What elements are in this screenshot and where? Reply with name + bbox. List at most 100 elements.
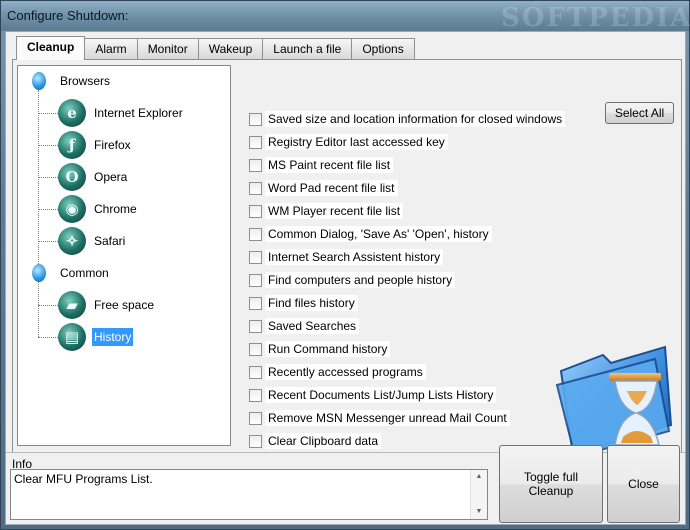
cleanup-panel: Browsers e Internet Explorer ƒ Firefox O… (12, 59, 682, 459)
tab-launch-a-file[interactable]: Launch a file (262, 38, 353, 60)
checkbox[interactable] (249, 158, 262, 172)
tree-connector (38, 241, 60, 242)
tree-connector (38, 113, 60, 114)
free-space-icon: ▰ (58, 291, 86, 319)
tree-item-label: Opera (94, 170, 128, 184)
tree-connector (38, 145, 60, 146)
window-title: Configure Shutdown: (7, 8, 129, 23)
tree-item-firefox[interactable]: ƒ Firefox (58, 131, 133, 159)
checklist-item[interactable]: Recently accessed programs (249, 363, 426, 381)
toggle-full-cleanup-button[interactable]: Toggle full Cleanup (499, 445, 603, 523)
firefox-icon: ƒ (58, 131, 86, 159)
folder-hourglass-icon (555, 345, 673, 459)
checklist-label: Word Pad recent file list (265, 180, 398, 196)
checklist-item[interactable]: Saved Searches (249, 317, 360, 335)
scroll-down-icon[interactable]: ▼ (473, 507, 485, 517)
title-bar[interactable]: Configure Shutdown: SOFTPEDIA (1, 1, 690, 33)
info-text: Clear MFU Programs List. (14, 472, 153, 486)
checkbox[interactable] (249, 342, 262, 356)
checklist-item[interactable]: Find files history (249, 294, 358, 312)
tree-group-browsers[interactable]: Browsers (32, 72, 110, 90)
checklist-label: Find computers and people history (265, 272, 456, 288)
tree-item-label: Chrome (94, 202, 137, 216)
tree-group-common[interactable]: Common (32, 264, 109, 282)
chrome-icon: ◉ (58, 195, 86, 223)
checkbox[interactable] (249, 296, 262, 310)
tree-connector (38, 337, 60, 338)
checklist-item[interactable]: Clear Clipboard data (249, 432, 382, 450)
opera-icon: O (58, 163, 86, 191)
tree-item-label: Internet Explorer (94, 106, 183, 120)
checkbox[interactable] (249, 204, 262, 218)
checkbox[interactable] (249, 135, 262, 149)
checkbox[interactable] (249, 181, 262, 195)
select-all-button[interactable]: Select All (605, 102, 674, 124)
checklist-item[interactable]: Run Command history (249, 340, 391, 358)
checkbox[interactable] (249, 365, 262, 379)
internet-explorer-icon: e (58, 99, 86, 127)
checklist-item[interactable]: WM Player recent file list (249, 202, 404, 220)
safari-icon: ✧ (58, 227, 86, 255)
tree-connector (38, 90, 39, 276)
checkbox[interactable] (249, 434, 262, 448)
checkbox[interactable] (249, 411, 262, 425)
checklist-item[interactable]: MS Paint recent file list (249, 156, 394, 174)
checklist-label: Recently accessed programs (265, 364, 426, 380)
tab-options[interactable]: Options (351, 38, 415, 60)
tab-cleanup[interactable]: Cleanup (16, 36, 86, 60)
checklist-label: Recent Documents List/Jump Lists History (265, 387, 497, 403)
checklist-label: Common Dialog, 'Save As' 'Open', history (265, 226, 492, 242)
history-icon: ▤ (58, 323, 86, 351)
tree-item-label: Free space (94, 298, 155, 312)
browsers-group-icon (32, 72, 46, 90)
softpedia-watermark: SOFTPEDIA (501, 3, 690, 33)
checklist-label: MS Paint recent file list (265, 157, 394, 173)
checkbox[interactable] (249, 112, 262, 126)
cleanup-tree[interactable]: Browsers e Internet Explorer ƒ Firefox O… (17, 65, 231, 446)
checklist-item[interactable]: Common Dialog, 'Save As' 'Open', history (249, 225, 492, 243)
tree-connector (38, 282, 39, 337)
checklist-label: Remove MSN Messenger unread Mail Count (265, 410, 510, 426)
checklist-item[interactable]: Word Pad recent file list (249, 179, 398, 197)
scroll-up-icon[interactable]: ▲ (473, 472, 485, 482)
info-scrollbar[interactable]: ▲ ▼ (470, 470, 487, 519)
app-window: Configure Shutdown: SOFTPEDIA Cleanup Al… (0, 0, 690, 530)
checklist-item[interactable]: Internet Search Assistent history (249, 248, 444, 266)
tab-alarm[interactable]: Alarm (84, 38, 138, 60)
tree-group-label: Common (60, 266, 109, 280)
checklist-label: Clear Clipboard data (265, 433, 382, 449)
checkbox[interactable] (249, 250, 262, 264)
tree-connector (38, 305, 60, 306)
tree-item-internet-explorer[interactable]: e Internet Explorer (58, 99, 185, 127)
close-button[interactable]: Close (607, 445, 680, 523)
checklist-label: Find files history (265, 295, 358, 311)
checklist-label: Internet Search Assistent history (265, 249, 444, 265)
checklist-item[interactable]: Find computers and people history (249, 271, 456, 289)
tree-item-label: Firefox (94, 138, 131, 152)
tree-item-free-space[interactable]: ▰ Free space (58, 291, 156, 319)
tree-item-opera[interactable]: O Opera (58, 163, 129, 191)
tab-monitor[interactable]: Monitor (136, 38, 199, 60)
checklist-item[interactable]: Recent Documents List/Jump Lists History (249, 386, 497, 404)
checkbox[interactable] (249, 227, 262, 241)
tab-wakeup[interactable]: Wakeup (197, 38, 264, 60)
tree-item-safari[interactable]: ✧ Safari (58, 227, 127, 255)
tree-item-chrome[interactable]: ◉ Chrome (58, 195, 139, 223)
common-group-icon (32, 264, 46, 282)
checklist-label: Run Command history (265, 341, 391, 357)
checkbox[interactable] (249, 319, 262, 333)
checkbox[interactable] (249, 273, 262, 287)
tree-item-label: History (92, 328, 134, 346)
tree-connector (38, 209, 60, 210)
checklist-label: Saved Searches (265, 318, 360, 334)
checklist-label: WM Player recent file list (265, 203, 404, 219)
checklist-item[interactable]: Saved size and location information for … (249, 110, 566, 128)
checklist-item[interactable]: Remove MSN Messenger unread Mail Count (249, 409, 510, 427)
checkbox[interactable] (249, 388, 262, 402)
checklist-label: Saved size and location information for … (265, 111, 566, 127)
tree-item-history[interactable]: ▤ History (58, 323, 134, 351)
tree-connector (38, 177, 60, 178)
tab-strip: Cleanup Alarm Monitor Wakeup Launch a fi… (16, 36, 415, 60)
checklist-item[interactable]: Registry Editor last accessed key (249, 133, 448, 151)
info-textbox[interactable]: Clear MFU Programs List. ▲ ▼ (10, 469, 488, 520)
